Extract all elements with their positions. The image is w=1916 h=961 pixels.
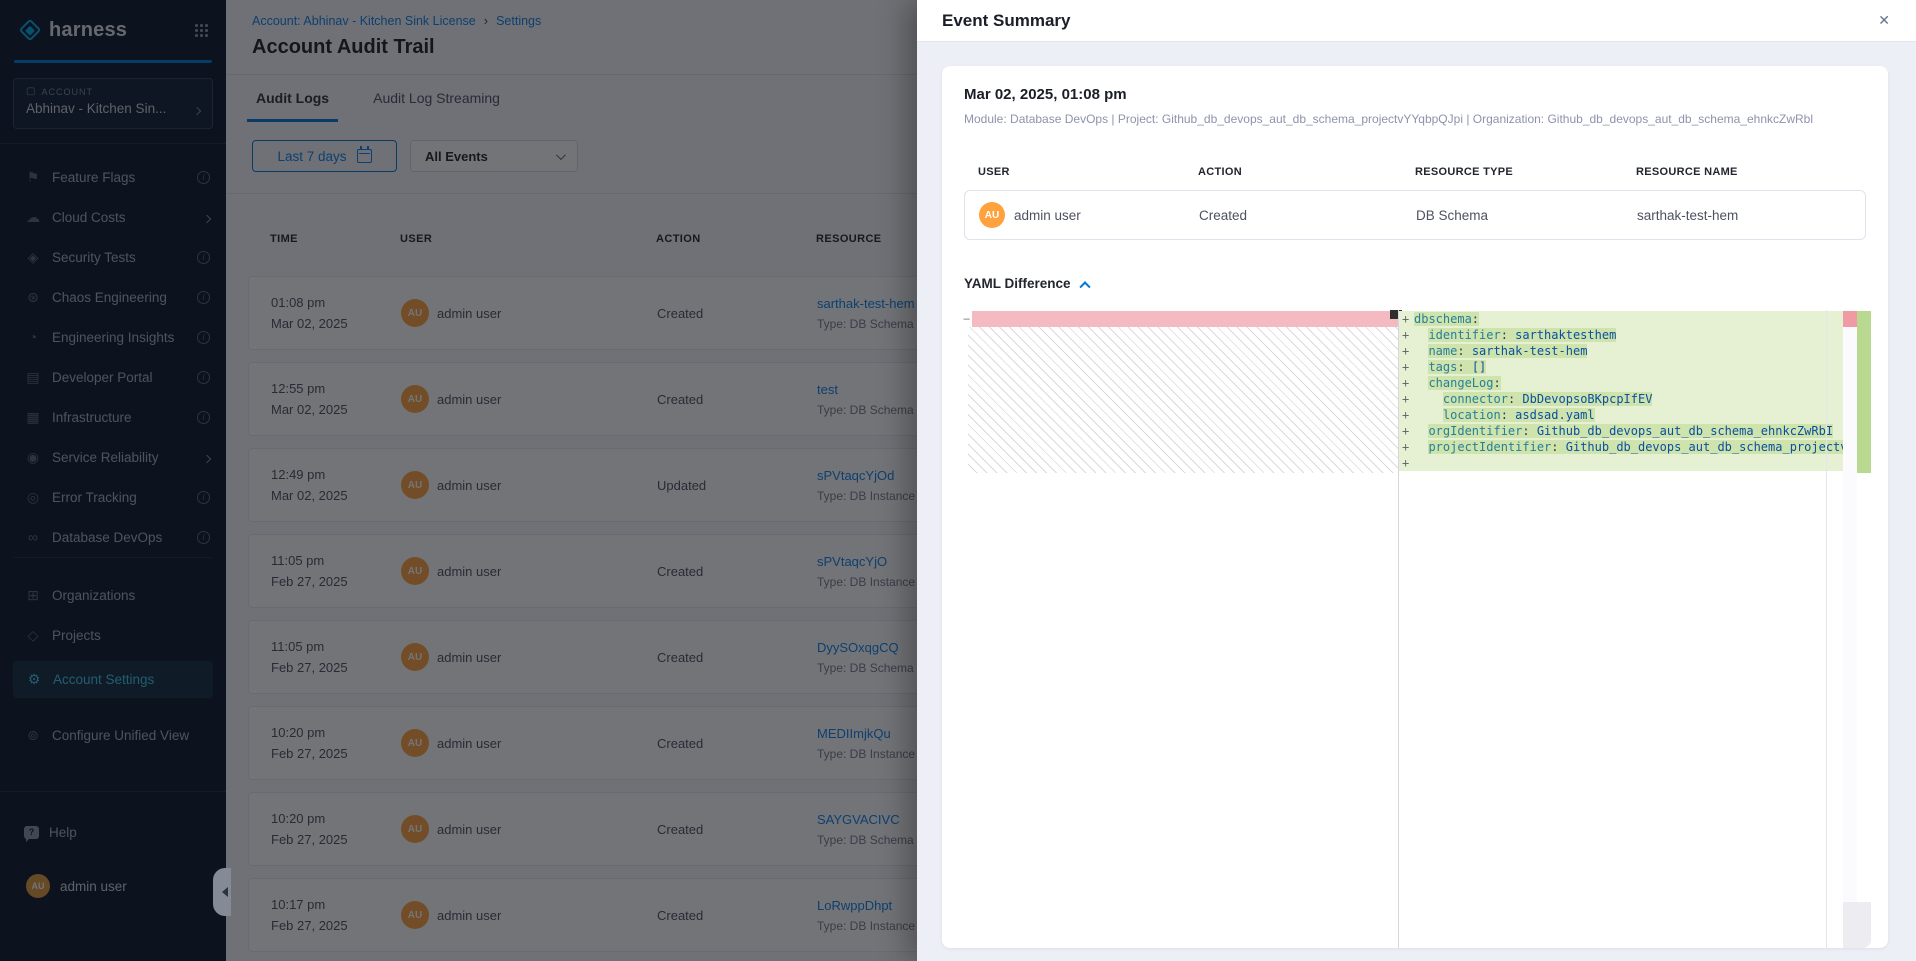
diff-added-line: + bbox=[1399, 455, 1843, 471]
summary-column-user: USER bbox=[978, 166, 1198, 178]
summary-column-action: ACTION bbox=[1198, 166, 1415, 178]
summary-column-resource-name: RESOURCE NAME bbox=[1636, 166, 1866, 178]
close-icon[interactable]: ✕ bbox=[1874, 8, 1894, 33]
added-gutter-sign: + bbox=[1402, 423, 1409, 439]
diff-scroll-corner bbox=[1843, 902, 1871, 948]
chevron-up-icon bbox=[1079, 281, 1090, 292]
removed-gutter-sign: − bbox=[963, 311, 970, 327]
yaml-difference-toggle[interactable]: YAML Difference bbox=[964, 276, 1866, 291]
drawer-title: Event Summary bbox=[942, 11, 1071, 31]
avatar: AU bbox=[979, 202, 1005, 228]
sidebar-collapse-handle[interactable] bbox=[213, 868, 231, 916]
overview-removed-mark bbox=[1843, 311, 1857, 327]
diff-empty-region bbox=[968, 327, 1398, 473]
event-meta-line: Module: Database DevOps | Project: Githu… bbox=[964, 112, 1866, 126]
event-card: Mar 02, 2025, 01:08 pm Module: Database … bbox=[942, 66, 1888, 948]
chevron-left-icon bbox=[217, 887, 228, 897]
diff-added-line: + projectIdentifier: Github_db_devops_au… bbox=[1399, 439, 1843, 455]
added-gutter-sign: + bbox=[1402, 343, 1409, 359]
added-gutter-sign: + bbox=[1402, 407, 1409, 423]
diff-added-line: + identifier: sarthaktesthem bbox=[1399, 327, 1843, 343]
diff-added-line: + name: sarthak-test-hem bbox=[1399, 343, 1843, 359]
summary-action: Created bbox=[1199, 208, 1416, 223]
summary-column-resource-type: RESOURCE TYPE bbox=[1415, 166, 1636, 178]
diff-scrollbar[interactable] bbox=[1843, 310, 1857, 948]
diff-added-line: + changeLog: bbox=[1399, 375, 1843, 391]
diff-right-edge-line bbox=[1826, 310, 1827, 948]
added-gutter-sign: + bbox=[1402, 455, 1409, 471]
overview-added-mark bbox=[1857, 311, 1871, 473]
diff-added-line: + tags: [] bbox=[1399, 359, 1843, 375]
diff-added-line: + connector: DbDevopsoBKpcpIfEV bbox=[1399, 391, 1843, 407]
added-gutter-sign: + bbox=[1402, 311, 1409, 327]
diff-added-line: + location: asdsad.yaml bbox=[1399, 407, 1843, 423]
added-gutter-sign: + bbox=[1402, 359, 1409, 375]
summary-resource-type: DB Schema bbox=[1416, 208, 1637, 223]
diff-added-line: +dbschema: bbox=[1399, 311, 1843, 327]
event-summary-drawer: Event Summary ✕ Mar 02, 2025, 01:08 pm M… bbox=[917, 0, 1916, 961]
diff-added-pane: +dbschema:+ identifier: sarthaktesthem+ … bbox=[1399, 311, 1843, 471]
added-gutter-sign: + bbox=[1402, 327, 1409, 343]
summary-user: admin user bbox=[1014, 208, 1081, 223]
summary-resource-name: sarthak-test-hem bbox=[1637, 208, 1865, 223]
summary-row: AU admin user Created DB Schema sarthak-… bbox=[964, 190, 1866, 240]
added-gutter-sign: + bbox=[1402, 391, 1409, 407]
yaml-diff-editor: − +dbschema:+ identifier: sarthaktesthem… bbox=[962, 310, 1871, 948]
event-datetime: Mar 02, 2025, 01:08 pm bbox=[964, 86, 1866, 103]
added-gutter-sign: + bbox=[1402, 439, 1409, 455]
yaml-difference-label: YAML Difference bbox=[964, 276, 1071, 291]
added-gutter-sign: + bbox=[1402, 375, 1409, 391]
diff-added-line: + orgIdentifier: Github_db_devops_aut_db… bbox=[1399, 423, 1843, 439]
diff-removed-line bbox=[972, 311, 1398, 327]
